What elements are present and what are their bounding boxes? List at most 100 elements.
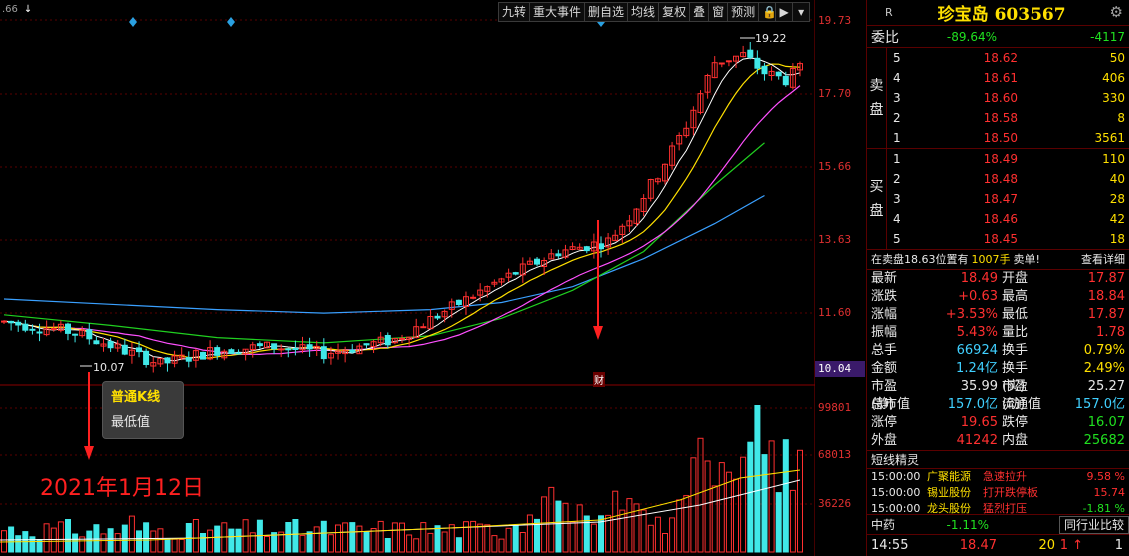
tooltip-title: 普通K线 xyxy=(111,390,161,405)
stat-label: 总市值 xyxy=(871,397,911,412)
sell-order-book: 卖 盘 5 18.62 50 4 18.61 406 3 18.60 330 2 18.58 8 1 18… xyxy=(867,48,1129,149)
stat-label: 振幅 xyxy=(871,325,898,340)
moving-average-button[interactable]: 均线 xyxy=(627,2,660,22)
major-events-button[interactable]: 重大事件 xyxy=(529,2,586,22)
sell-level-price: 18.58 xyxy=(983,111,1018,125)
volume-bar-up xyxy=(640,509,647,553)
sprite-pct: 9.58 % xyxy=(1086,470,1125,483)
buy-level-row[interactable]: 5 18.45 18 xyxy=(887,229,1129,249)
candle-down xyxy=(8,320,15,324)
candle-down xyxy=(782,75,789,86)
volume-bar-down xyxy=(15,535,22,553)
sprite-item[interactable]: 15:00:00 锡业股份 打开跌停板 15.74 xyxy=(867,485,1129,501)
buy-level-row[interactable]: 1 18.49 110 xyxy=(887,149,1129,169)
stat-label: 外盘 xyxy=(871,433,898,448)
buy-level-qty: 18 xyxy=(1109,232,1125,246)
stat-label: 最新 xyxy=(871,271,898,286)
buy-level-row[interactable]: 4 18.46 42 xyxy=(887,209,1129,229)
remove-watchlist-button[interactable]: 删自选 xyxy=(584,2,629,22)
volume-bar-up xyxy=(264,536,270,553)
kline-chart[interactable]: .66 ↓ 九转 重大事件 删自选 均线 复权 叠 窗 预测 🔒 ▶ ▾ 19.7… xyxy=(0,0,865,556)
short-line-sprite-title[interactable]: 短线精灵 xyxy=(867,451,1129,469)
volume-bar-down xyxy=(214,525,221,553)
sell-level-row[interactable]: 1 18.50 3561 xyxy=(887,128,1129,148)
stat-label: 最高 xyxy=(1002,289,1029,304)
buy-level-num: 1 xyxy=(893,152,901,166)
sprite-event: 急速拉升 xyxy=(983,470,1027,483)
stat-value: 35.99 xyxy=(960,379,998,394)
play-icon[interactable]: ▶ xyxy=(775,2,794,22)
industry-compare-button[interactable]: 同行业比较 xyxy=(1058,516,1129,534)
buy-level-row[interactable]: 3 18.47 28 xyxy=(887,189,1129,209)
financial-event-marker[interactable]: 财 xyxy=(593,372,605,387)
sell-level-row[interactable]: 4 18.61 406 xyxy=(887,68,1129,88)
gear-icon[interactable]: ⚙ xyxy=(1110,3,1123,21)
buy-side-label: 买 盘 xyxy=(867,149,887,249)
candle-up xyxy=(399,337,405,340)
sell-level-row[interactable]: 5 18.62 50 xyxy=(887,48,1129,68)
price-axis-tick: 15.66 xyxy=(818,160,852,173)
overlay-button[interactable]: 叠 xyxy=(689,2,710,22)
volume-bar-down xyxy=(306,531,313,553)
volume-bar-up xyxy=(192,519,199,553)
candle-down xyxy=(775,71,782,77)
stock-header: R 珍宝岛 603567 ⚙ xyxy=(867,0,1129,26)
volume-bar-down xyxy=(434,525,441,553)
sector-name: 中药 xyxy=(871,518,896,532)
position-action: 卖单! xyxy=(1013,253,1040,266)
stat-label: 市盈(静) xyxy=(871,379,898,412)
price-axis-tick: 11.60 xyxy=(818,306,852,319)
candle-down xyxy=(200,351,206,360)
window-button[interactable]: 窗 xyxy=(708,2,729,22)
volume-bar-up xyxy=(647,524,654,553)
volume-bar-down xyxy=(747,441,754,553)
stat-row: 金额 1.24亿 换手(实) 2.49% xyxy=(867,360,1129,394)
candle-down xyxy=(136,347,142,353)
top-left-value: .66 xyxy=(2,4,18,15)
volume-bar-up xyxy=(789,489,796,553)
ma10-line xyxy=(3,63,801,359)
buy-level-qty: 28 xyxy=(1109,192,1125,206)
stat-value: 17.87 xyxy=(1087,307,1125,322)
volume-bar-up xyxy=(797,449,803,553)
buy-level-row[interactable]: 2 18.48 40 xyxy=(887,169,1129,189)
stock-name: 珍宝岛 xyxy=(937,5,989,25)
volume-bar-up xyxy=(576,504,583,553)
low-price-label: 10.07 xyxy=(93,361,125,374)
sell-level-price: 18.62 xyxy=(983,51,1018,65)
volume-bar-up xyxy=(150,530,157,553)
volume-bar-up xyxy=(299,534,306,553)
stat-value: 16.07 xyxy=(1087,415,1125,430)
sell-level-row[interactable]: 3 18.60 330 xyxy=(887,88,1129,108)
buy-label-char: 买 xyxy=(869,179,884,195)
lock-icon[interactable]: 🔒 xyxy=(758,2,777,22)
sell-level-qty: 50 xyxy=(1109,51,1125,65)
volume-bar-down xyxy=(363,531,370,553)
volume-bar-down xyxy=(320,520,327,553)
stat-label: 涨幅 xyxy=(871,307,898,322)
view-detail-link[interactable]: 查看详细 xyxy=(1081,250,1129,269)
forecast-button[interactable]: 预测 xyxy=(727,2,760,22)
candle-down xyxy=(164,357,171,364)
volume-bar-up xyxy=(342,522,349,553)
candle-down xyxy=(761,65,768,75)
sell-level-row[interactable]: 2 18.58 8 xyxy=(887,108,1129,128)
candle-down xyxy=(349,349,356,353)
chevron-down-icon[interactable]: ▾ xyxy=(792,2,811,22)
stat-value: 0.79% xyxy=(1083,343,1125,358)
volume-bar-down xyxy=(455,537,462,553)
adjust-price-button[interactable]: 复权 xyxy=(658,2,691,22)
high-price-label: 19.22 xyxy=(755,32,787,45)
sprite-time: 15:00:00 xyxy=(871,486,921,499)
stat-value: 2.49% xyxy=(1083,361,1125,376)
candle-up xyxy=(50,328,57,331)
stat-value: 17.87 xyxy=(1087,271,1125,286)
nine-turn-button[interactable]: 九转 xyxy=(498,2,531,22)
volume-bar-down xyxy=(200,533,206,553)
sprite-item[interactable]: 15:00:00 广聚能源 急速拉升 9.58 % xyxy=(867,469,1129,485)
quote-stats: 最新 18.49 开盘 17.87 涨跌 +0.63 最高 18.84 涨幅 +3.53% 最低 17… xyxy=(867,270,1129,451)
volume-bar-up xyxy=(569,521,576,553)
tooltip-value: 最低值 xyxy=(111,415,151,430)
candle-down xyxy=(143,350,150,365)
sell-label-char: 盘 xyxy=(869,102,884,118)
